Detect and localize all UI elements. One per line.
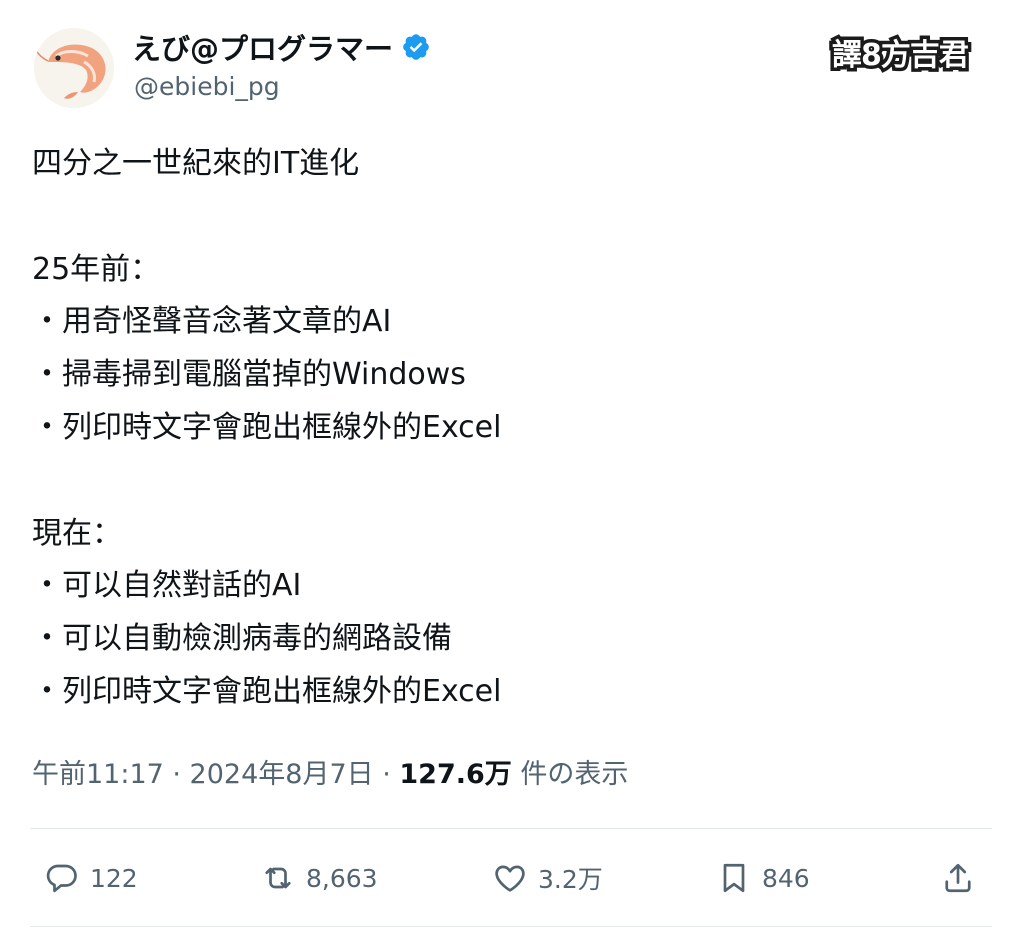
- like-count: 3.2万: [538, 865, 603, 894]
- tweet-text: 四分之一世紀來的IT進化 25年前： ・用奇怪聲音念著文章的AI ・掃毒掃到電腦…: [32, 138, 992, 719]
- tweet-line: ・可以自動檢測病毒的網路設備: [32, 621, 452, 657]
- tweet-timestamp[interactable]: 午前11:17 · 2024年8月7日 ·: [32, 759, 399, 790]
- divider: [30, 828, 992, 829]
- tweet-line: 現在：: [32, 515, 122, 551]
- tweet-meta: 午前11:17 · 2024年8月7日 · 127.6万 件の表示: [32, 752, 628, 791]
- author-display-name[interactable]: えび@プログラマー: [132, 26, 431, 68]
- bookmark-count: 846: [762, 863, 810, 893]
- divider: [30, 926, 992, 927]
- retweet-count: 8,663: [306, 863, 378, 893]
- translator-watermark: 譯8方吉君: [829, 35, 973, 77]
- reply-icon: [46, 864, 77, 893]
- bookmark-icon: [723, 863, 745, 893]
- tweet-actions-bar: 122 8,663 3.2万 846: [30, 848, 992, 918]
- tweet-line: ・掃毒掃到電腦當掉的Windows: [32, 357, 466, 393]
- tweet-line: [32, 455, 992, 508]
- verified-badge-icon: [403, 34, 429, 60]
- share-icon: [945, 863, 971, 893]
- like-button[interactable]: 3.2万: [492, 860, 603, 896]
- reply-count: 122: [90, 863, 138, 893]
- author-display-name-text: えび@プログラマー: [132, 32, 394, 66]
- author-handle[interactable]: @ebiebi_pg: [134, 72, 280, 101]
- retweet-icon: [265, 867, 291, 889]
- heart-icon: [495, 865, 525, 892]
- share-button[interactable]: [940, 860, 976, 896]
- tweet-line: ・可以自然對話的AI: [32, 568, 302, 604]
- view-count-label: 件の表示: [511, 759, 629, 790]
- tweet-line: 25年前：: [32, 251, 161, 287]
- tweet-line: ・用奇怪聲音念著文章的AI: [32, 304, 392, 340]
- tweet-line: ・列印時文字會跑出框線外的Excel: [32, 673, 502, 709]
- tweet-line: ・列印時文字會跑出框線外的Excel: [32, 409, 502, 445]
- reply-button[interactable]: 122: [44, 860, 138, 896]
- tweet-line: [32, 191, 992, 244]
- shrimp-avatar-icon: [34, 28, 114, 108]
- view-count: 127.6万: [399, 759, 512, 790]
- avatar[interactable]: [34, 28, 114, 108]
- bookmark-button[interactable]: 846: [716, 860, 810, 896]
- tweet-line: 四分之一世紀來的IT進化: [32, 146, 360, 181]
- retweet-button[interactable]: 8,663: [260, 860, 378, 896]
